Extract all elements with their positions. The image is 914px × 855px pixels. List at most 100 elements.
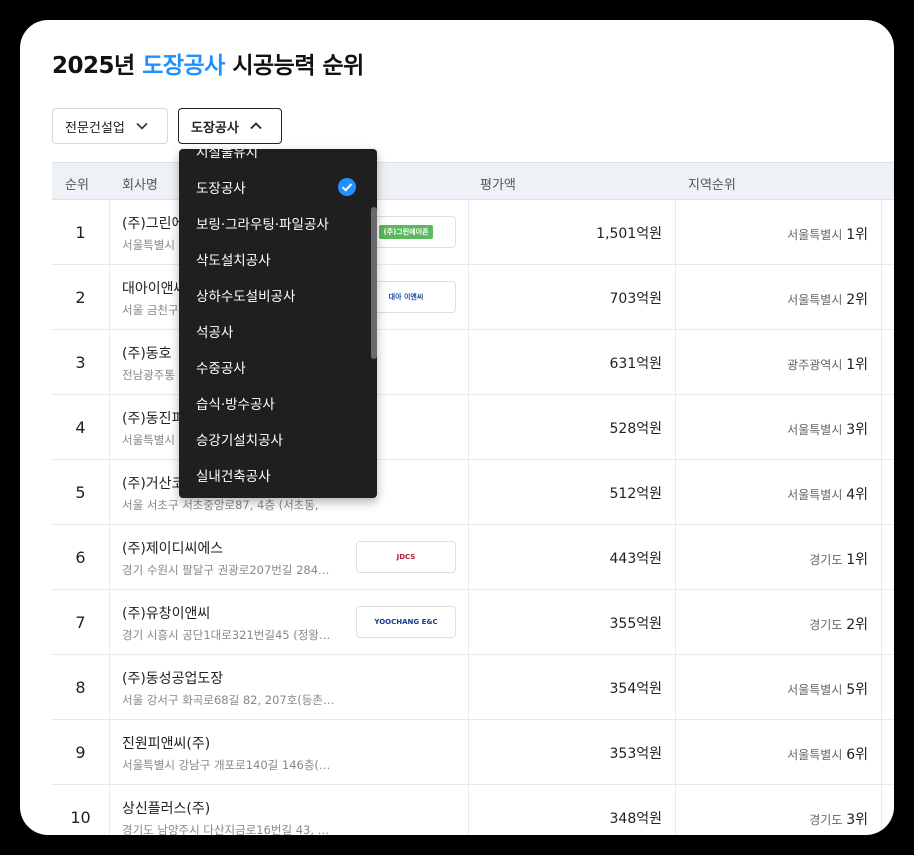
category-dropdown-menu[interactable]: 시설물유지도장공사보링·그라우팅·파일공사삭도설치공사상하수도설비공사석공사수중… <box>179 149 377 498</box>
dropdown-option[interactable]: 습식·방수공사 <box>196 393 275 413</box>
region-rank-cell: 경기도 3위 <box>809 809 868 829</box>
amount-cell: 354억원 <box>609 681 662 697</box>
company-address: 경기도 남양주시 다산지금로16번길 43, … <box>122 823 330 835</box>
company-address: 서울 강서구 화곡로68길 82, 207호(등촌… <box>122 693 335 707</box>
region-rank: 3위 <box>846 812 868 828</box>
company-name[interactable]: (주)제이디씨에스 <box>122 538 223 558</box>
dropdown-option[interactable]: 승강기설치공사 <box>196 429 283 449</box>
table-row[interactable]: 6 (주)제이디씨에스 경기 수원시 팔달구 권광로207번길 284… JDC… <box>52 525 894 590</box>
column-divider <box>468 200 469 264</box>
company-name[interactable]: 대아이앤씨 <box>122 278 186 298</box>
column-divider <box>468 590 469 654</box>
company-name[interactable]: (주)유창이앤씨 <box>122 603 210 623</box>
amount-cell: 355억원 <box>609 616 662 632</box>
column-divider <box>468 720 469 784</box>
column-divider <box>881 525 882 589</box>
dropdown-option[interactable]: 보링·그라우팅·파일공사 <box>196 213 329 233</box>
column-divider <box>675 395 676 459</box>
region-name: 광주광역시 <box>787 358 843 372</box>
chevron-down-icon <box>136 122 148 130</box>
dropdown-scrollbar[interactable] <box>371 207 377 359</box>
column-divider <box>881 590 882 654</box>
region-rank: 6위 <box>846 747 868 763</box>
column-divider <box>468 525 469 589</box>
category-select[interactable]: 도장공사 <box>178 108 282 144</box>
amount-cell: 353억원 <box>609 746 662 762</box>
company-logo: YOOCHANG E&C <box>356 606 456 638</box>
amount-cell: 703억원 <box>609 291 662 307</box>
region-rank: 3위 <box>846 422 868 438</box>
column-divider <box>881 785 882 835</box>
company-logo-text: (주)그린에이존 <box>379 225 433 239</box>
rank-cell: 7 <box>52 590 110 654</box>
column-divider <box>675 720 676 784</box>
app-frame: 2025년 도장공사 시공능력 순위 전문건설업 도장공사 순위 회사명 평가액… <box>20 20 894 835</box>
dropdown-option[interactable]: 수중공사 <box>196 357 246 377</box>
region-name: 경기도 <box>809 618 843 632</box>
dropdown-option[interactable]: 삭도설치공사 <box>196 249 271 269</box>
amount-cell: 512억원 <box>609 486 662 502</box>
dropdown-option[interactable]: 시설물유지 <box>196 149 258 161</box>
dropdown-option[interactable]: 도장공사 <box>196 177 246 197</box>
industry-select[interactable]: 전문건설업 <box>52 108 168 144</box>
table-row[interactable]: 7 (주)유창이앤씨 경기 시흥시 공단1대로321번길45 (정왕… YOOC… <box>52 590 894 655</box>
region-rank: 5위 <box>846 682 868 698</box>
amount-cell: 348억원 <box>609 811 662 827</box>
title-year: 2025년 <box>52 53 135 79</box>
company-address: 서울 서초구 서초중앙로87, 4층 (서초동, <box>122 498 319 512</box>
region-name: 서울특별시 <box>787 423 843 437</box>
industry-select-label: 전문건설업 <box>65 120 125 136</box>
dropdown-option[interactable]: 실내건축공사 <box>196 465 271 485</box>
column-divider <box>468 655 469 719</box>
category-select-label: 도장공사 <box>191 120 239 136</box>
table-row[interactable]: 10 상신플러스(주) 경기도 남양주시 다산지금로16번길 43, … 348… <box>52 785 894 835</box>
company-name[interactable]: (주)거산코 <box>122 473 184 493</box>
region-name: 서울특별시 <box>787 293 843 307</box>
region-rank-cell: 서울특별시 5위 <box>787 679 868 699</box>
rank-cell: 2 <box>52 265 110 329</box>
table-row[interactable]: 8 (주)동성공업도장 서울 강서구 화곡로68길 82, 207호(등촌… 3… <box>52 655 894 720</box>
company-name[interactable]: (주)동성공업도장 <box>122 668 223 688</box>
rank-cell: 10 <box>52 785 110 835</box>
region-rank-cell: 광주광역시 1위 <box>787 354 868 374</box>
region-rank: 1위 <box>846 552 868 568</box>
rank-cell: 1 <box>52 200 110 264</box>
column-divider <box>468 395 469 459</box>
company-name[interactable]: (주)동호 <box>122 343 172 363</box>
company-logo-text: YOOCHANG E&C <box>370 616 442 628</box>
company-name[interactable]: 진원피앤씨(주) <box>122 733 210 753</box>
rank-cell: 3 <box>52 330 110 394</box>
region-rank: 4위 <box>846 487 868 503</box>
company-address: 서울특별시 강남구 개포로140길 146층(… <box>122 758 331 772</box>
company-name[interactable]: (주)그린에 <box>122 213 184 233</box>
column-divider <box>468 785 469 835</box>
column-divider <box>468 330 469 394</box>
region-rank-cell: 경기도 1위 <box>809 549 868 569</box>
region-name: 서울특별시 <box>787 748 843 762</box>
column-divider <box>675 460 676 524</box>
header-amount: 평가액 <box>480 178 516 193</box>
region-rank: 2위 <box>846 617 868 633</box>
company-address: 경기 시흥시 공단1대로321번길45 (정왕… <box>122 628 331 642</box>
dropdown-option[interactable]: 상하수도설비공사 <box>196 285 295 305</box>
company-logo: JDCS <box>356 541 456 573</box>
rank-cell: 4 <box>52 395 110 459</box>
column-divider <box>881 460 882 524</box>
company-name[interactable]: 상신플러스(주) <box>122 798 210 818</box>
company-name[interactable]: (주)동진피 <box>122 408 184 428</box>
region-rank-cell: 경기도 2위 <box>809 614 868 634</box>
column-divider <box>675 785 676 835</box>
rank-cell: 8 <box>52 655 110 719</box>
table-row[interactable]: 9 진원피앤씨(주) 서울특별시 강남구 개포로140길 146층(… 353억… <box>52 720 894 785</box>
dropdown-option[interactable]: 석공사 <box>196 321 233 341</box>
title-category: 도장공사 <box>142 53 225 79</box>
title-suffix: 시공능력 순위 <box>232 53 364 79</box>
column-divider <box>881 330 882 394</box>
column-divider <box>881 265 882 329</box>
region-rank-cell: 서울특별시 3위 <box>787 419 868 439</box>
amount-cell: 631억원 <box>609 356 662 372</box>
column-divider <box>468 265 469 329</box>
column-divider <box>881 720 882 784</box>
region-rank: 1위 <box>846 227 868 243</box>
column-divider <box>675 330 676 394</box>
